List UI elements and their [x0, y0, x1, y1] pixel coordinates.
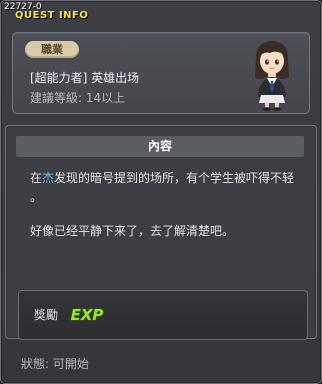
- quest-info-window: 22727-0 QUEST INFO 職業 [超能力者] 英雄出场 建議等級: …: [0, 0, 322, 384]
- description-text: 发现的暗号提到的场所，有个学生被吓得不轻: [54, 171, 295, 185]
- reward-label: 獎勵: [34, 308, 59, 322]
- description-line-1: 在杰发现的暗号提到的场所，有个学生被吓得不轻: [30, 169, 294, 187]
- window-title: QUEST INFO: [15, 10, 89, 21]
- description-line-2: 。: [30, 190, 43, 204]
- description-text: 在: [30, 171, 43, 185]
- npc-name-highlight[interactable]: 杰: [42, 171, 54, 185]
- quest-name: [超能力者] 英雄出场: [30, 71, 140, 85]
- reward-panel: 獎勵 EXP: [18, 290, 308, 340]
- exp-icon[interactable]: EXP: [69, 303, 105, 325]
- exp-icon-text: EXP: [71, 306, 104, 324]
- recommended-level: 建議等級: 14以上: [30, 91, 126, 105]
- npc-portrait-icon: [255, 41, 289, 111]
- description-line-3: 好像已经平静下来了，去了解清楚吧。: [30, 224, 235, 238]
- quest-info-panel: 職業 [超能力者] 英雄出场 建議等級: 14以上: [12, 32, 310, 114]
- quest-content-panel: 內容 在杰发现的暗号提到的场所，有个学生被吓得不轻 。 好像已经平静下来了，去了…: [5, 125, 317, 340]
- quest-status: 狀態: 可開始: [21, 357, 89, 371]
- content-header: 內容: [16, 136, 304, 157]
- job-badge: 職業: [25, 41, 79, 58]
